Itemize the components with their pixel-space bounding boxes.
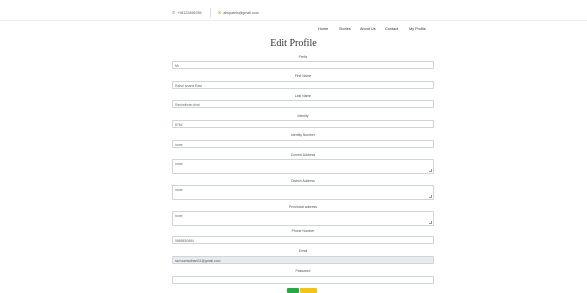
phone-number-label: Phone Number [291, 229, 315, 233]
prefix-field[interactable]: Mr [172, 61, 434, 69]
identity-label: Identity [297, 114, 309, 118]
header-phone-text: +94123456789 [177, 10, 202, 15]
password-field[interactable] [172, 276, 434, 284]
header-email: ✉ abcpatels@gmail.com [218, 10, 259, 15]
header-divider [210, 8, 211, 17]
envelope-icon: ✉ [218, 10, 222, 15]
header-email-text: abcpatels@gmail.com [223, 10, 259, 15]
nav-item-contact[interactable]: Contact [385, 27, 398, 31]
page-title: Edit Profile [270, 38, 317, 49]
prefix-label: Prefix [298, 55, 308, 59]
last-name-label: Last Name [294, 94, 312, 98]
email-field: ravi.samadhani11@gmail.com [172, 256, 434, 264]
identity-number-label: Identity Number [291, 133, 315, 137]
current-address-textarea[interactable]: none [172, 159, 434, 174]
current-address-label: Current Address [290, 153, 316, 157]
district-address-label: District Address [291, 179, 315, 183]
last-name-field[interactable]: Ravindhran bhai [172, 100, 434, 108]
first-name-label: First Name [294, 74, 312, 78]
provincial-address-label: Provincial address [289, 205, 317, 209]
nav-item-home[interactable]: Home [318, 27, 328, 31]
main-navigation: Home Stories About Us Contact My Profile [0, 27, 587, 33]
first-name-field[interactable]: Rahul anand Ravi [172, 81, 434, 89]
nav-item-about-us[interactable]: About Us [360, 27, 376, 31]
nav-item-my-profile[interactable]: My Profile [409, 27, 426, 31]
provincial-address-textarea[interactable]: none [172, 211, 434, 226]
district-address-textarea[interactable]: none [172, 185, 434, 200]
password-label: Password [295, 269, 311, 273]
header-phone: ✆ +94123456789 [172, 10, 201, 15]
phone-icon: ✆ [172, 10, 176, 15]
nav-item-stories[interactable]: Stories [339, 27, 351, 31]
save-button[interactable] [287, 288, 299, 293]
identity-field[interactable]: 8764 [172, 120, 434, 128]
cancel-button[interactable] [300, 288, 317, 293]
top-contact-bar: ✆ +94123456789 ✉ abcpatels@gmail.com [0, 0, 587, 21]
phone-number-field[interactable]: 9865830684 [172, 236, 434, 244]
email-label: Email [298, 249, 308, 253]
identity-number-field[interactable]: none [172, 140, 434, 148]
